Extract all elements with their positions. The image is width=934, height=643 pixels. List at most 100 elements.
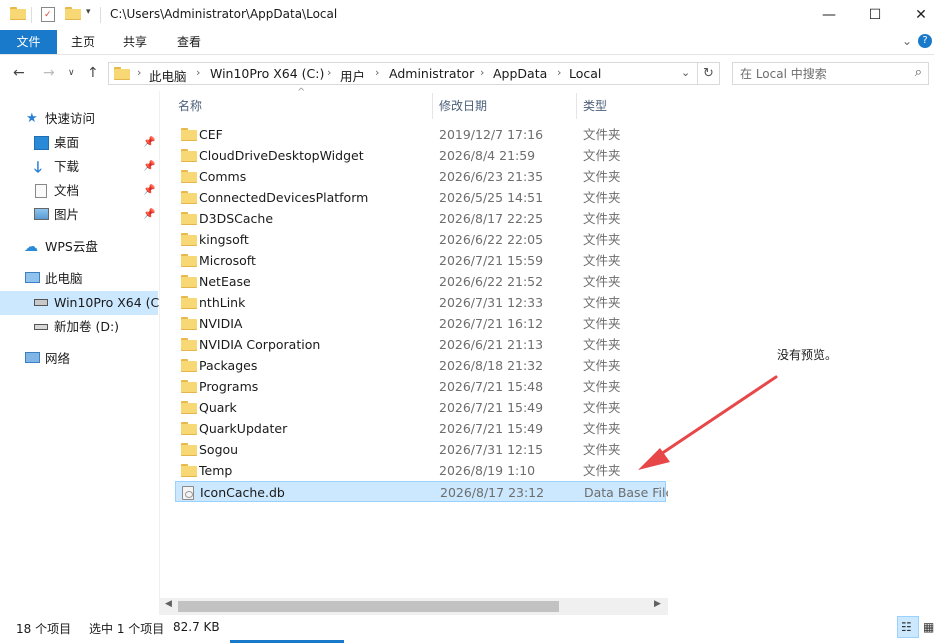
breadcrumb-drive-c[interactable]: Win10Pro X64 (C:) [210,66,324,81]
nav-drive-d[interactable]: 新加卷 (D:) [0,315,158,339]
details-view-button[interactable]: ☷ [897,616,919,638]
column-divider[interactable] [576,93,577,119]
scrollbar-thumb[interactable] [178,601,559,612]
file-name: NVIDIA [199,316,243,331]
file-date: 2026/8/18 21:32 [439,358,544,373]
properties-icon[interactable]: ✓ [41,7,55,22]
file-date: 2026/6/22 21:52 [439,274,544,289]
search-input[interactable] [733,63,903,84]
table-row[interactable]: IconCache.db 2026/8/17 23:12 Data Base Fil… [175,481,673,502]
nav-item-desktop[interactable]: 桌面 📌 [0,131,158,155]
column-header-type[interactable]: 类型 [583,97,607,114]
table-row[interactable]: NVIDIA 2026/7/21 16:12 文件夹 [175,313,666,334]
search-box[interactable]: ⌕ [732,62,929,85]
table-row[interactable]: D3DSCache 2026/8/17 22:25 文件夹 [175,208,666,229]
breadcrumb-local[interactable]: Local [569,66,601,81]
breadcrumb-chevron-icon[interactable]: › [327,66,331,79]
nav-drive-c[interactable]: Win10Pro X64 (C:) [0,291,168,315]
recent-locations-chevron-icon[interactable]: ∨ [68,68,75,78]
table-row[interactable]: Packages 2026/8/18 21:32 文件夹 [175,355,666,376]
nav-this-pc[interactable]: 此电脑 [0,267,158,291]
file-type: 文件夹 [583,211,621,226]
table-row[interactable]: NVIDIA Corporation 2026/6/21 21:13 文件夹 [175,334,666,355]
folder-icon [181,149,197,162]
breadcrumb-chevron-icon[interactable]: › [480,66,484,79]
table-row[interactable]: Quark 2026/7/21 15:49 文件夹 [175,397,666,418]
horizontal-scrollbar[interactable]: ◀ ▶ [160,598,668,615]
table-row[interactable]: ConnectedDevicesPlatform 2026/5/25 14:51 文… [175,187,666,208]
minimize-button[interactable]: — [806,0,852,30]
pin-icon[interactable]: 📌 [143,203,155,227]
breadcrumb-chevron-icon[interactable]: › [137,66,141,79]
folder-icon [181,275,197,288]
table-row[interactable]: Temp 2026/8/19 1:10 文件夹 [175,460,666,481]
divider [100,7,101,23]
file-date: 2026/8/19 1:10 [439,463,536,478]
column-divider[interactable] [432,93,433,119]
sort-ascending-icon: ^ [297,87,306,98]
computer-icon [25,272,40,283]
breadcrumb-chevron-icon[interactable]: › [375,66,379,79]
table-row[interactable]: CEF 2019/12/7 17:16 文件夹 [175,124,666,145]
folder-icon [181,359,197,372]
forward-arrow-icon[interactable]: → [43,65,55,81]
selection-count: 选中 1 个项目 [89,622,165,636]
file-name: D3DSCache [199,211,274,226]
table-row[interactable]: CloudDriveDesktopWidget 2026/8/4 21:59 文件夹 [175,145,666,166]
file-name: Programs [199,379,259,394]
up-arrow-icon[interactable]: ↑ [87,65,99,81]
table-row[interactable]: QuarkUpdater 2026/7/21 15:49 文件夹 [175,418,666,439]
back-arrow-icon[interactable]: ← [13,65,25,81]
customize-toolbar-icon[interactable]: ▾ [86,7,91,17]
tab-file[interactable]: 文件 [0,30,57,54]
download-icon: 🡓 [34,158,42,176]
nav-label: 此电脑 [45,271,83,286]
table-row[interactable]: Microsoft 2026/7/21 15:59 文件夹 [175,250,666,271]
maximize-button[interactable]: ☐ [852,0,898,30]
pin-icon[interactable]: 📌 [143,179,155,203]
nav-wps-cloud[interactable]: ☁ WPS云盘 [0,235,158,259]
new-folder-icon[interactable] [65,7,81,23]
table-row[interactable]: Sogou 2026/7/31 12:15 文件夹 [175,439,666,460]
table-row[interactable]: Programs 2026/7/21 15:48 文件夹 [175,376,666,397]
breadcrumb-appdata[interactable]: AppData [493,66,547,81]
tab-view[interactable]: 查看 [161,30,217,54]
table-row[interactable]: kingsoft 2026/6/22 22:05 文件夹 [175,229,666,250]
address-bar[interactable]: › 此电脑 › Win10Pro X64 (C:) › 用户 › Adminis… [108,62,698,85]
folder-icon [181,380,197,393]
tab-share[interactable]: 共享 [109,30,161,54]
expand-ribbon-icon[interactable]: ⌄ [902,34,912,48]
file-type: 文件夹 [583,232,621,247]
table-row[interactable]: NetEase 2026/6/22 21:52 文件夹 [175,271,666,292]
nav-label: 网络 [45,351,71,366]
column-header-date[interactable]: 修改日期 [439,97,487,114]
table-row[interactable]: Comms 2026/6/23 21:35 文件夹 [175,166,666,187]
pin-icon[interactable]: 📌 [143,155,155,179]
table-row[interactable]: nthLink 2026/7/31 12:33 文件夹 [175,292,666,313]
file-type: 文件夹 [583,337,621,352]
breadcrumb-chevron-icon[interactable]: › [196,66,200,79]
nav-network[interactable]: 网络 [0,347,158,371]
nav-item-downloads[interactable]: 🡓 下载 📌 [0,155,158,179]
large-icons-view-button[interactable]: ▦ [920,616,934,638]
folder-icon[interactable] [10,7,26,23]
breadcrumb-chevron-icon[interactable]: › [557,66,561,79]
breadcrumb-administrator[interactable]: Administrator [389,66,474,81]
scroll-right-icon[interactable]: ▶ [654,599,661,609]
nav-item-documents[interactable]: 文档 📌 [0,179,158,203]
nav-item-pictures[interactable]: 图片 📌 [0,203,158,227]
address-history-chevron-icon[interactable]: ⌄ [681,66,690,79]
drive-icon [34,324,48,330]
help-icon[interactable]: ? [918,34,932,48]
scroll-left-icon[interactable]: ◀ [165,599,172,609]
pin-icon[interactable]: 📌 [143,131,155,155]
nav-quick-access[interactable]: ★ 快速访问 [0,107,158,131]
title-bar: ✓ ▾ C:\Users\Administrator\AppData\Local… [0,0,934,30]
tab-home[interactable]: 主页 [57,30,109,54]
close-button[interactable]: ✕ [898,0,934,30]
file-name: Comms [199,169,247,184]
refresh-button[interactable]: ↻ [698,62,720,85]
breadcrumb-this-pc[interactable]: 此电脑 [149,66,187,85]
column-header-name[interactable]: 名称 [178,97,202,114]
breadcrumb-users[interactable]: 用户 [340,66,365,85]
